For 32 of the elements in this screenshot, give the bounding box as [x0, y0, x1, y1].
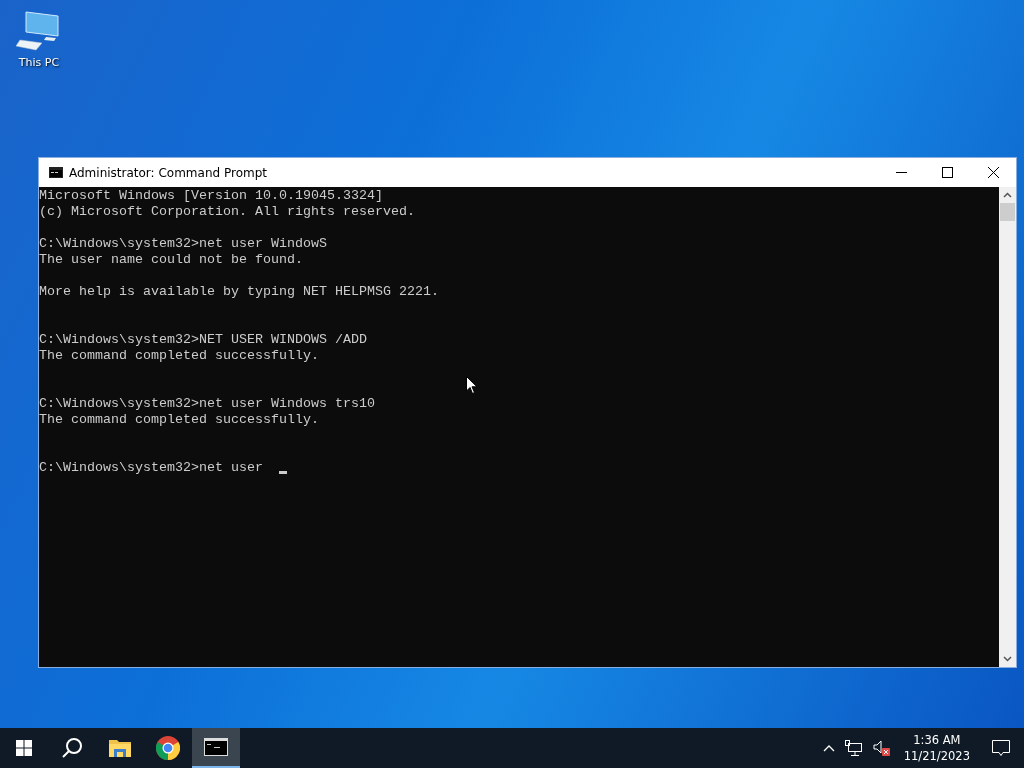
terminal-icon — [49, 167, 63, 178]
notification-icon[interactable] — [992, 739, 1010, 757]
network-icon[interactable] — [844, 740, 863, 756]
computer-icon[interactable] — [16, 10, 62, 52]
command-line: C:\Windows\system32>net user Windows trs10 — [39, 396, 375, 412]
clock[interactable]: 1:36 AM 11/21/2023 — [903, 732, 970, 764]
window-title: Administrator: Command Prompt — [69, 165, 267, 180]
search-icon — [61, 737, 83, 759]
browser-icon — [156, 736, 180, 760]
maximize-icon — [941, 167, 953, 178]
output-line: The command completed successfully. — [39, 412, 319, 428]
terminal-icon — [204, 738, 228, 756]
command-line: C:\Windows\system32>NET USER WINDOWS /ADD — [39, 332, 367, 348]
output-line: The user name could not be found. — [39, 252, 303, 268]
command-line: C:\Windows\system32>net user WindowS — [39, 236, 327, 252]
banner-text: Microsoft Windows [Version 10.0.19045.3324] — [39, 188, 383, 204]
close-icon — [987, 167, 999, 178]
chevron-up-icon[interactable] — [822, 744, 835, 752]
desktop-icon-label[interactable]: This PC — [18, 56, 60, 69]
taskbar-button[interactable] — [192, 728, 240, 768]
mouse-pointer-icon — [466, 376, 478, 395]
banner-text: (c) Microsoft Corporation. All rights reserved. — [39, 204, 415, 220]
scrollbar[interactable] — [999, 187, 1016, 667]
volume-muted-icon[interactable] — [872, 740, 891, 756]
windows-logo-icon — [16, 740, 32, 756]
command-line: C:\Windows\system32>net user — [39, 460, 263, 476]
output-line: The command completed successfully. — [39, 348, 319, 364]
time-text: 1:36 AM — [913, 732, 961, 748]
date-text: 11/21/2023 — [903, 748, 970, 764]
help-message: More help is available by typing NET HELPMSG 2221. — [39, 284, 439, 300]
scrollbar-thumb[interactable] — [1000, 203, 1015, 221]
folder-icon — [109, 739, 131, 757]
